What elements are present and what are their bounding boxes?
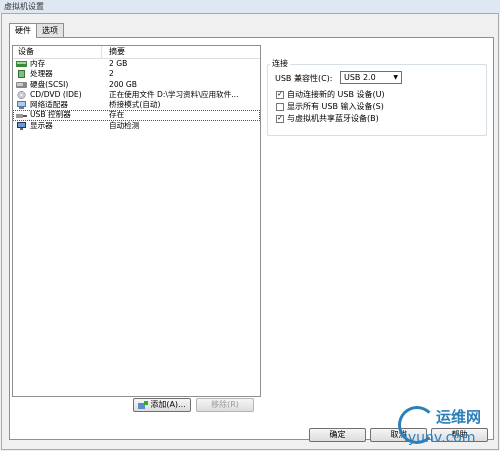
checkbox-label: 自动连接新的 USB 设备(U) xyxy=(287,90,385,99)
device-row-usb-controller[interactable]: USB 控制器 存在 xyxy=(13,110,260,121)
device-summary: 2 GB xyxy=(109,59,128,68)
device-row-network-adapter[interactable]: 网络适配器 桥接模式(自动) xyxy=(13,100,260,110)
column-header-device[interactable]: 设备 xyxy=(13,46,102,58)
ok-button[interactable]: 确定 xyxy=(309,428,366,442)
network-adapter-icon xyxy=(17,101,26,110)
hard-disk-icon xyxy=(16,81,27,88)
device-name: 处理器 xyxy=(30,69,53,79)
add-button-label: 添加(A)... xyxy=(150,400,186,409)
device-name: 网络适配器 xyxy=(30,100,68,110)
usb-controller-icon xyxy=(16,113,27,118)
device-list-header: 设备 摘要 xyxy=(13,46,260,59)
usb-compatibility-value: USB 2.0 xyxy=(344,73,376,82)
share-bluetooth-checkbox[interactable]: ✓ 与虚拟机共享蓝牙设备(B) xyxy=(276,113,379,124)
processor-icon xyxy=(18,70,25,79)
device-row-memory[interactable]: 内存 2 GB xyxy=(13,59,260,69)
tab-options[interactable]: 选项 xyxy=(36,23,64,37)
device-row-display[interactable]: 显示器 自动检测 xyxy=(13,121,260,131)
usb-compatibility-select[interactable]: USB 2.0 ▼ xyxy=(340,71,402,84)
show-all-usb-input-checkbox[interactable]: 显示所有 USB 输入设备(S) xyxy=(276,101,384,112)
device-summary: 存在 xyxy=(109,110,125,120)
connection-group-title: 连接 xyxy=(270,58,290,69)
tab-bar: 硬件 选项 xyxy=(9,23,64,38)
device-row-cd-dvd[interactable]: CD/DVD (IDE) 正在使用文件 D:\学习资料\应用软件... xyxy=(13,90,260,100)
chevron-down-icon: ▼ xyxy=(393,74,398,81)
device-summary: 桥接模式(自动) xyxy=(109,100,161,110)
device-name: USB 控制器 xyxy=(30,110,71,120)
device-summary: 2 xyxy=(109,69,114,79)
device-name: 内存 xyxy=(30,59,46,68)
watermark-logo: 运维网 iyunv.com xyxy=(390,404,500,451)
column-header-summary[interactable]: 摘要 xyxy=(102,46,125,58)
remove-device-button[interactable]: 移除(R) xyxy=(196,398,254,412)
auto-connect-usb-checkbox[interactable]: ✓ 自动连接新的 USB 设备(U) xyxy=(276,89,385,100)
device-summary: 正在使用文件 D:\学习资料\应用软件... xyxy=(109,89,239,99)
add-device-icon xyxy=(138,400,149,409)
device-name: CD/DVD (IDE) xyxy=(30,89,82,99)
device-list[interactable]: 设备 摘要 内存 2 GB 处理器 2 硬盘(SCSI) 200 GB CD/D… xyxy=(12,45,261,397)
device-row-hard-disk[interactable]: 硬盘(SCSI) 200 GB xyxy=(13,80,260,90)
add-device-button[interactable]: 添加(A)... xyxy=(133,398,191,412)
checkbox-label: 与虚拟机共享蓝牙设备(B) xyxy=(287,114,379,123)
usb-compatibility-label: USB 兼容性(C): xyxy=(275,74,333,83)
watermark-text-cn: 运维网 xyxy=(436,408,482,426)
cd-dvd-icon xyxy=(17,91,26,100)
device-name: 显示器 xyxy=(30,120,53,130)
memory-icon xyxy=(16,61,27,68)
watermark-text-en: iyunv.com xyxy=(404,430,476,446)
checkbox-label: 显示所有 USB 输入设备(S) xyxy=(287,102,384,111)
device-summary: 200 GB xyxy=(109,79,138,89)
checkbox-unchecked-icon xyxy=(276,102,284,111)
checkbox-checked-icon: ✓ xyxy=(276,114,284,123)
display-icon xyxy=(17,121,26,130)
settings-dialog: 硬件 选项 设备 摘要 内存 2 GB 处理器 2 硬盘(SCSI) 200 G… xyxy=(1,13,499,450)
tab-hardware[interactable]: 硬件 xyxy=(9,23,37,38)
device-name: 硬盘(SCSI) xyxy=(30,79,69,89)
window-title: 虚拟机设置 xyxy=(0,0,500,13)
device-summary: 自动检测 xyxy=(109,120,140,130)
checkbox-checked-icon: ✓ xyxy=(276,90,284,99)
device-row-processor[interactable]: 处理器 2 xyxy=(13,69,260,79)
